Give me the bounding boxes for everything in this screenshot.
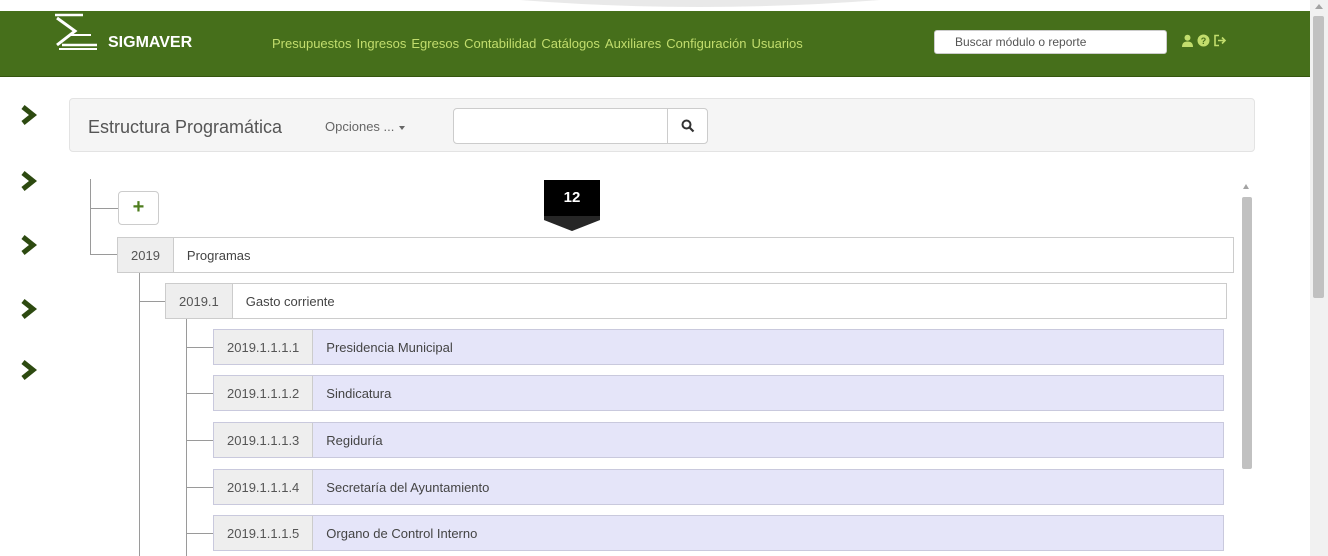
step-badge: 12 <box>542 180 602 232</box>
nav-item-egresos[interactable]: Egresos <box>411 36 459 51</box>
node-name: Secretaría del Ayuntamiento <box>326 479 490 495</box>
tree-connector <box>90 254 118 255</box>
structure-toolbar: Estructura Programática Opciones ... <box>69 98 1255 152</box>
node-name: Gasto corriente <box>245 293 335 309</box>
nav-item-configuracion[interactable]: Configuración <box>666 36 746 51</box>
scroll-up-arrow-icon[interactable] <box>1315 4 1323 9</box>
node-code: 2019.1.1.1.5 <box>214 516 314 550</box>
tree-scroll-thumb[interactable] <box>1242 197 1252 469</box>
help-icon[interactable]: ? <box>1197 34 1210 47</box>
logout-icon[interactable] <box>1213 34 1227 47</box>
node-code: 2019 <box>118 238 174 272</box>
node-name: Sindicatura <box>326 385 392 401</box>
step-badge-number: 12 <box>563 189 581 206</box>
nav-item-ingresos[interactable]: Ingresos <box>357 36 407 51</box>
tree-connector <box>90 208 118 209</box>
add-node-button[interactable]: + <box>118 191 159 225</box>
chevron-right-icon[interactable] <box>18 359 40 381</box>
chevron-right-icon[interactable] <box>18 170 40 192</box>
node-code: 2019.1.1.1.4 <box>214 470 314 504</box>
tree-leaf-node[interactable]: 2019.1.1.1.1 Presidencia Municipal <box>213 329 1224 365</box>
sigmaver-logo-icon <box>55 13 97 50</box>
tree-connector <box>139 301 165 302</box>
nav-item-auxiliares[interactable]: Auxiliares <box>605 36 661 51</box>
node-code: 2019.1.1.1.1 <box>214 330 314 364</box>
brand-name: SIGMAVER <box>108 34 193 51</box>
node-name: Regiduría <box>326 432 383 448</box>
node-code: 2019.1.1.1.3 <box>214 423 314 457</box>
page-scrollbar[interactable] <box>1310 0 1328 556</box>
nav-item-catalogos[interactable]: Catálogos <box>541 36 600 51</box>
scroll-up-arrow-icon[interactable] <box>1243 184 1249 189</box>
chevron-right-icon[interactable] <box>18 298 40 320</box>
tree-leaf-node[interactable]: 2019.1.1.1.5 Organo de Control Interno <box>213 515 1224 551</box>
structure-search-input[interactable] <box>453 108 668 144</box>
svg-text:?: ? <box>1201 36 1207 46</box>
node-code: 2019.1.1.1.2 <box>214 376 314 410</box>
nav-item-presupuestos[interactable]: Presupuestos <box>272 36 352 51</box>
nav-item-usuarios[interactable]: Usuarios <box>751 36 802 51</box>
user-icon[interactable] <box>1181 34 1194 47</box>
tree-node-level1[interactable]: 2019.1 Gasto corriente <box>165 283 1227 319</box>
top-navbar: SIGMAVER Presupuestos Ingresos Egresos C… <box>0 11 1310 77</box>
tree-connector <box>186 319 187 556</box>
tree-connector <box>186 533 213 534</box>
page-title: Estructura Programática <box>88 117 283 137</box>
tree-node-root[interactable]: 2019 Programas <box>117 237 1234 273</box>
node-code: 2019.1 <box>166 284 233 318</box>
tree-connector <box>90 179 91 254</box>
tree-connector <box>186 393 213 394</box>
step-badge-shape <box>544 180 600 231</box>
chevron-right-icon[interactable] <box>18 234 40 256</box>
search-button[interactable] <box>667 108 708 144</box>
main-nav: Presupuestos Ingresos Egresos Contabilid… <box>272 36 803 51</box>
caret-down-icon <box>399 125 406 130</box>
tree-leaf-node[interactable]: 2019.1.1.1.4 Secretaría del Ayuntamiento <box>213 469 1224 505</box>
module-search-input[interactable] <box>934 30 1167 54</box>
tree-connector <box>186 440 213 441</box>
navbar-icons: ? <box>1181 34 1227 47</box>
tree-connector <box>139 272 140 556</box>
plus-icon: + <box>132 196 145 218</box>
node-name: Presidencia Municipal <box>326 339 453 355</box>
tree-scrollbar[interactable] <box>1240 179 1254 556</box>
options-dropdown[interactable]: Opciones ... <box>325 119 406 134</box>
node-name: Programas <box>186 247 251 263</box>
search-icon <box>681 119 695 133</box>
tree-leaf-node[interactable]: 2019.1.1.1.3 Regiduría <box>213 422 1224 458</box>
tree-leaf-node[interactable]: 2019.1.1.1.2 Sindicatura <box>213 375 1224 411</box>
nav-item-contabilidad[interactable]: Contabilidad <box>464 36 536 51</box>
page-scroll-thumb[interactable] <box>1313 16 1324 298</box>
chevron-right-icon[interactable] <box>18 104 40 126</box>
tree-connector <box>186 347 213 348</box>
tree-connector <box>186 487 213 488</box>
node-name: Organo de Control Interno <box>326 525 478 541</box>
options-label: Opciones ... <box>325 119 395 134</box>
